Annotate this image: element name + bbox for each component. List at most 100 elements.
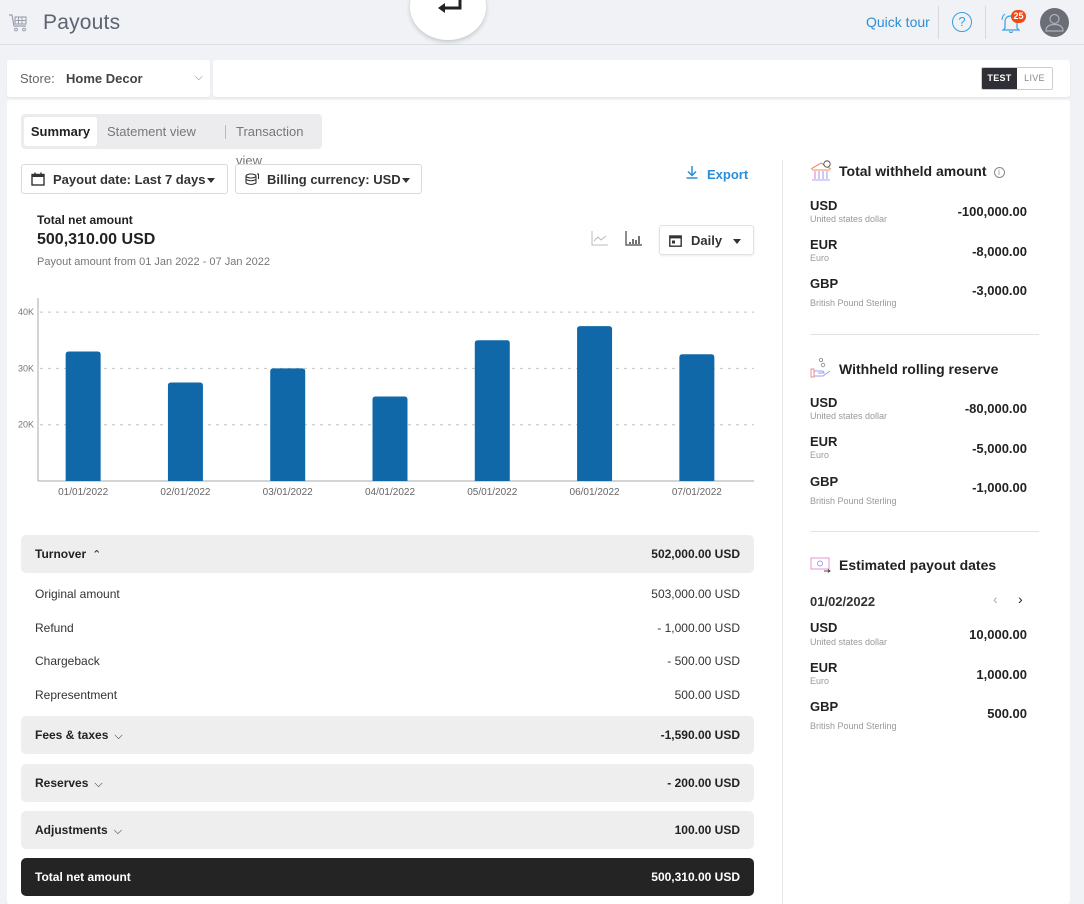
cart-icon xyxy=(9,14,27,32)
help-icon[interactable]: ? xyxy=(952,12,972,32)
payout-date-dropdown[interactable]: Payout date: Last 7 days xyxy=(21,164,228,194)
currency-name: British Pound Sterling xyxy=(810,721,897,731)
reserves-group[interactable]: Reserves ⌵ - 200.00 USD xyxy=(21,764,754,802)
currency-code: EUR xyxy=(810,237,838,252)
fees-taxes-group[interactable]: Fees & taxes ⌵ -1,590.00 USD xyxy=(21,716,754,754)
adjustments-group[interactable]: Adjustments ⌵ 100.00 USD xyxy=(21,811,754,849)
currency-code: USD xyxy=(810,198,838,213)
chevron-left-icon[interactable]: ‹ xyxy=(993,591,998,607)
export-label: Export xyxy=(707,167,749,182)
section-divider xyxy=(810,334,1039,335)
reserves-label: Reserves xyxy=(35,776,89,790)
bar xyxy=(679,354,715,481)
chevron-down-icon: ⌵ xyxy=(94,778,103,790)
withheld-title-text: Total withheld amount xyxy=(839,163,987,179)
env-live-option[interactable]: LIVE xyxy=(1017,68,1052,89)
chevron-down-icon: ⌵ xyxy=(114,730,123,742)
currency-name: British Pound Sterling xyxy=(810,298,897,308)
item-value: 500.00 USD xyxy=(674,688,740,702)
total-label: Total net amount xyxy=(35,870,131,884)
currency-code: EUR xyxy=(810,660,838,675)
x-tick-label: 05/01/2022 xyxy=(467,487,517,498)
coins-icon xyxy=(245,173,259,186)
tab-statement-view[interactable]: Statement view xyxy=(107,117,196,146)
notification-badge: 25 xyxy=(1011,10,1026,23)
currency-code: USD xyxy=(810,620,838,635)
info-icon[interactable]: i xyxy=(993,167,1005,178)
rolling-reserve-title: Withheld rolling reserve xyxy=(839,361,999,377)
list-item: Refund - 1,000.00 USD xyxy=(35,621,740,635)
chevron-right-icon[interactable]: › xyxy=(1018,591,1023,607)
avatar[interactable] xyxy=(1040,8,1069,37)
bar xyxy=(372,396,408,481)
reserves-value: - 200.00 USD xyxy=(667,776,740,790)
total-net-value: 500,310.00 USD xyxy=(37,231,156,248)
view-tabs: Summary Statement view Transaction view xyxy=(21,114,322,168)
currency-name: British Pound Sterling xyxy=(810,496,897,506)
currency-name: United states dollar xyxy=(810,637,888,647)
tab-transaction-view[interactable]: Transaction view xyxy=(236,117,322,168)
granularity-dropdown[interactable]: Daily xyxy=(659,225,754,255)
turnover-value: 502,000.00 USD xyxy=(651,547,740,561)
caret-down-icon xyxy=(733,239,741,244)
bar xyxy=(167,382,203,481)
environment-bar: TEST LIVE xyxy=(213,60,1070,97)
x-tick-label: 06/01/2022 xyxy=(570,487,620,498)
x-tick-label: 04/01/2022 xyxy=(365,487,415,498)
granularity-label: Daily xyxy=(691,233,723,248)
x-tick-label: 01/01/2022 xyxy=(58,487,108,498)
list-item: Original amount 503,000.00 USD xyxy=(35,587,740,601)
bar-chart-icon[interactable] xyxy=(625,230,643,246)
return-button[interactable] xyxy=(410,0,486,40)
withheld-title: Total withheld amount i xyxy=(839,163,1005,179)
y-tick-label: 40K xyxy=(18,307,34,317)
item-label: Refund xyxy=(35,621,74,635)
currency-name: Euro xyxy=(810,676,830,686)
item-value: - 500.00 USD xyxy=(667,654,740,668)
caret-down-icon xyxy=(207,178,215,183)
top-bar: Payouts Quick tour ? 25 xyxy=(0,0,1084,45)
bank-icon xyxy=(810,160,832,181)
calendar-icon xyxy=(31,172,45,186)
list-item: Representment 500.00 USD xyxy=(35,688,740,702)
store-selector[interactable]: Store: Home Decor ⌵ xyxy=(7,60,210,97)
store-label: Store: xyxy=(20,71,55,86)
calendar-icon xyxy=(669,235,682,247)
currency-value: -5,000.00 xyxy=(972,441,1027,456)
payout-transfer-icon xyxy=(810,557,831,573)
chevron-down-icon: ⌵ xyxy=(113,825,123,837)
total-net-label: Total net amount xyxy=(37,213,133,227)
bar xyxy=(577,326,613,481)
estimated-date: 01/02/2022 xyxy=(810,594,876,609)
env-test-option[interactable]: TEST xyxy=(982,68,1017,89)
item-label: Representment xyxy=(35,688,118,702)
currency-code: EUR xyxy=(810,434,838,449)
caret-down-icon xyxy=(402,178,410,183)
currency-value: -1,000.00 xyxy=(972,480,1027,495)
list-item: Chargeback - 500.00 USD xyxy=(35,654,740,668)
payout-bar-chart: 20K 30K 40K 01/01/2022 02/01/2022 03/01/2022 0… xyxy=(18,298,754,498)
line-chart-icon[interactable] xyxy=(591,230,609,246)
currency-value: -100,000.00 xyxy=(957,204,1027,219)
currency-name: Euro xyxy=(810,253,830,263)
chevron-down-icon: ⌵ xyxy=(195,72,203,83)
download-icon xyxy=(686,166,698,179)
fees-label: Fees & taxes xyxy=(35,728,109,742)
currency-value: -3,000.00 xyxy=(972,283,1027,298)
turnover-group[interactable]: Turnover ⌃ 502,000.00 USD xyxy=(21,535,754,573)
currency-value: 500.00 xyxy=(987,706,1027,721)
bar xyxy=(270,368,306,481)
export-button[interactable]: Export xyxy=(686,166,748,182)
separator xyxy=(938,6,939,39)
page-title: Payouts xyxy=(43,11,121,34)
quick-tour-link[interactable]: Quick tour xyxy=(866,14,930,30)
item-value: 503,000.00 USD xyxy=(651,587,740,601)
billing-currency-dropdown[interactable]: Billing currency: USD xyxy=(235,164,422,194)
tab-summary[interactable]: Summary xyxy=(24,117,97,146)
user-icon xyxy=(1045,13,1064,32)
separator xyxy=(985,6,986,39)
estimated-title: Estimated payout dates xyxy=(839,557,997,573)
environment-toggle[interactable]: TEST LIVE xyxy=(981,67,1053,90)
chevron-up-icon: ⌃ xyxy=(92,549,102,561)
panel-divider xyxy=(782,160,783,904)
